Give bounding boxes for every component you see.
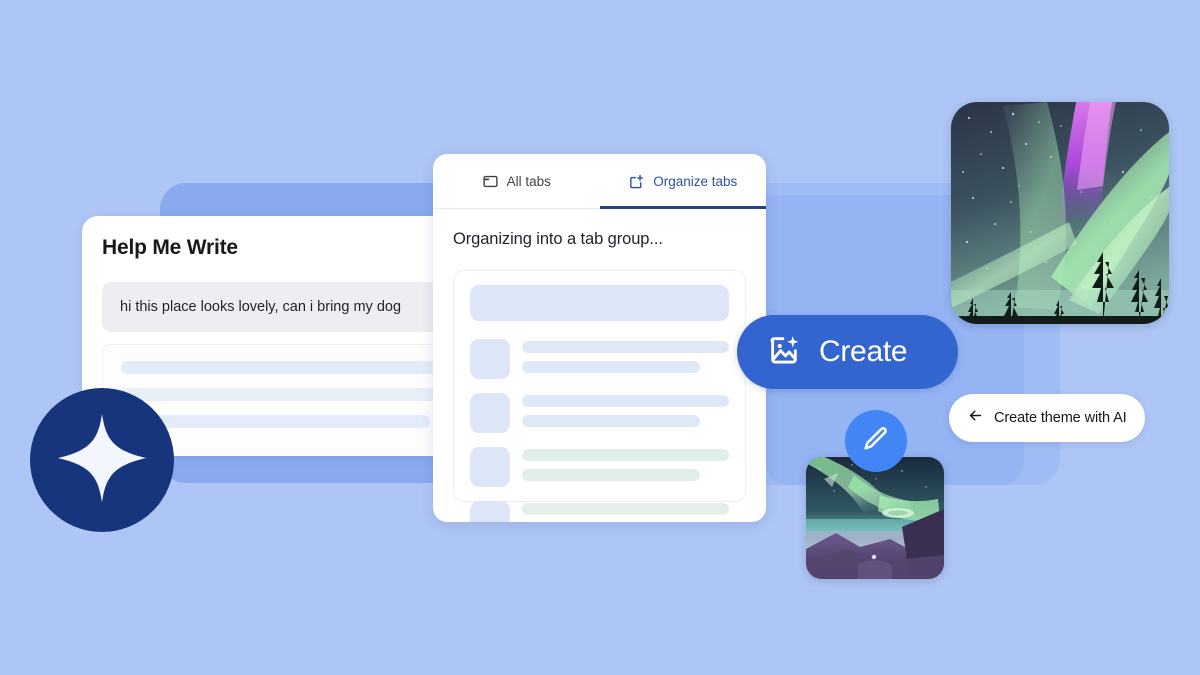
create-theme-with-ai-label: Create theme with AI xyxy=(994,410,1127,426)
list-item-lines xyxy=(522,393,729,435)
skeleton-line xyxy=(522,503,729,515)
tab-organize-tabs-label: Organize tabs xyxy=(653,173,738,189)
list-item[interactable] xyxy=(470,339,729,381)
gemini-sparkle-badge xyxy=(30,388,174,532)
aurora-valley-thumbnail[interactable] xyxy=(806,457,944,579)
sparkle-star-icon xyxy=(55,411,149,510)
list-item[interactable] xyxy=(470,393,729,435)
skeleton-line xyxy=(522,395,729,407)
tab-group-title-placeholder xyxy=(470,285,729,321)
arrow-left-icon xyxy=(967,407,984,429)
tab-all-tabs-label: All tabs xyxy=(506,173,551,189)
list-item[interactable] xyxy=(470,501,729,522)
edit-theme-button[interactable] xyxy=(845,410,907,472)
skeleton-line xyxy=(522,415,701,427)
tab-all-tabs[interactable]: All tabs xyxy=(433,154,600,208)
screenshot-canvas: Help Me Write hi this place looks lovely… xyxy=(0,0,1200,675)
skeleton-line xyxy=(121,415,430,428)
favicon-placeholder xyxy=(470,393,510,433)
tab-organize-tabs[interactable]: Organize tabs xyxy=(599,154,767,209)
new-tab-group-icon xyxy=(628,173,645,190)
create-button[interactable]: Create xyxy=(737,315,958,389)
skeleton-line xyxy=(522,449,729,461)
skeleton-line xyxy=(522,469,701,481)
browser-window-icon xyxy=(482,173,499,190)
aurora-forest-thumbnail[interactable] xyxy=(951,102,1169,324)
favicon-placeholder xyxy=(470,339,510,379)
create-button-label: Create xyxy=(819,335,908,368)
organizing-status-text: Organizing into a tab group... xyxy=(453,230,663,248)
skeleton-line xyxy=(522,361,701,373)
organize-tabs-card: All tabs Organize tabs Organizing into a… xyxy=(433,154,766,522)
favicon-placeholder xyxy=(470,501,510,522)
pencil-edit-icon xyxy=(861,424,891,459)
help-me-write-prompt-text: hi this place looks lovely, can i bring … xyxy=(120,299,402,315)
list-item-lines xyxy=(522,339,729,381)
skeleton-line xyxy=(121,388,472,401)
tab-strip: All tabs Organize tabs xyxy=(433,154,766,209)
create-theme-with-ai-button[interactable]: Create theme with AI xyxy=(949,394,1145,442)
list-item-lines xyxy=(522,501,729,522)
skeleton-line xyxy=(522,341,729,353)
list-item[interactable] xyxy=(470,447,729,489)
favicon-placeholder xyxy=(470,447,510,487)
tab-group-preview-list xyxy=(453,270,746,522)
help-me-write-prompt-field[interactable]: hi this place looks lovely, can i bring … xyxy=(102,282,472,332)
image-sparkle-icon xyxy=(767,333,801,372)
list-item-lines xyxy=(522,447,729,489)
skeleton-line xyxy=(121,361,472,374)
page-title: Help Me Write xyxy=(102,236,238,259)
